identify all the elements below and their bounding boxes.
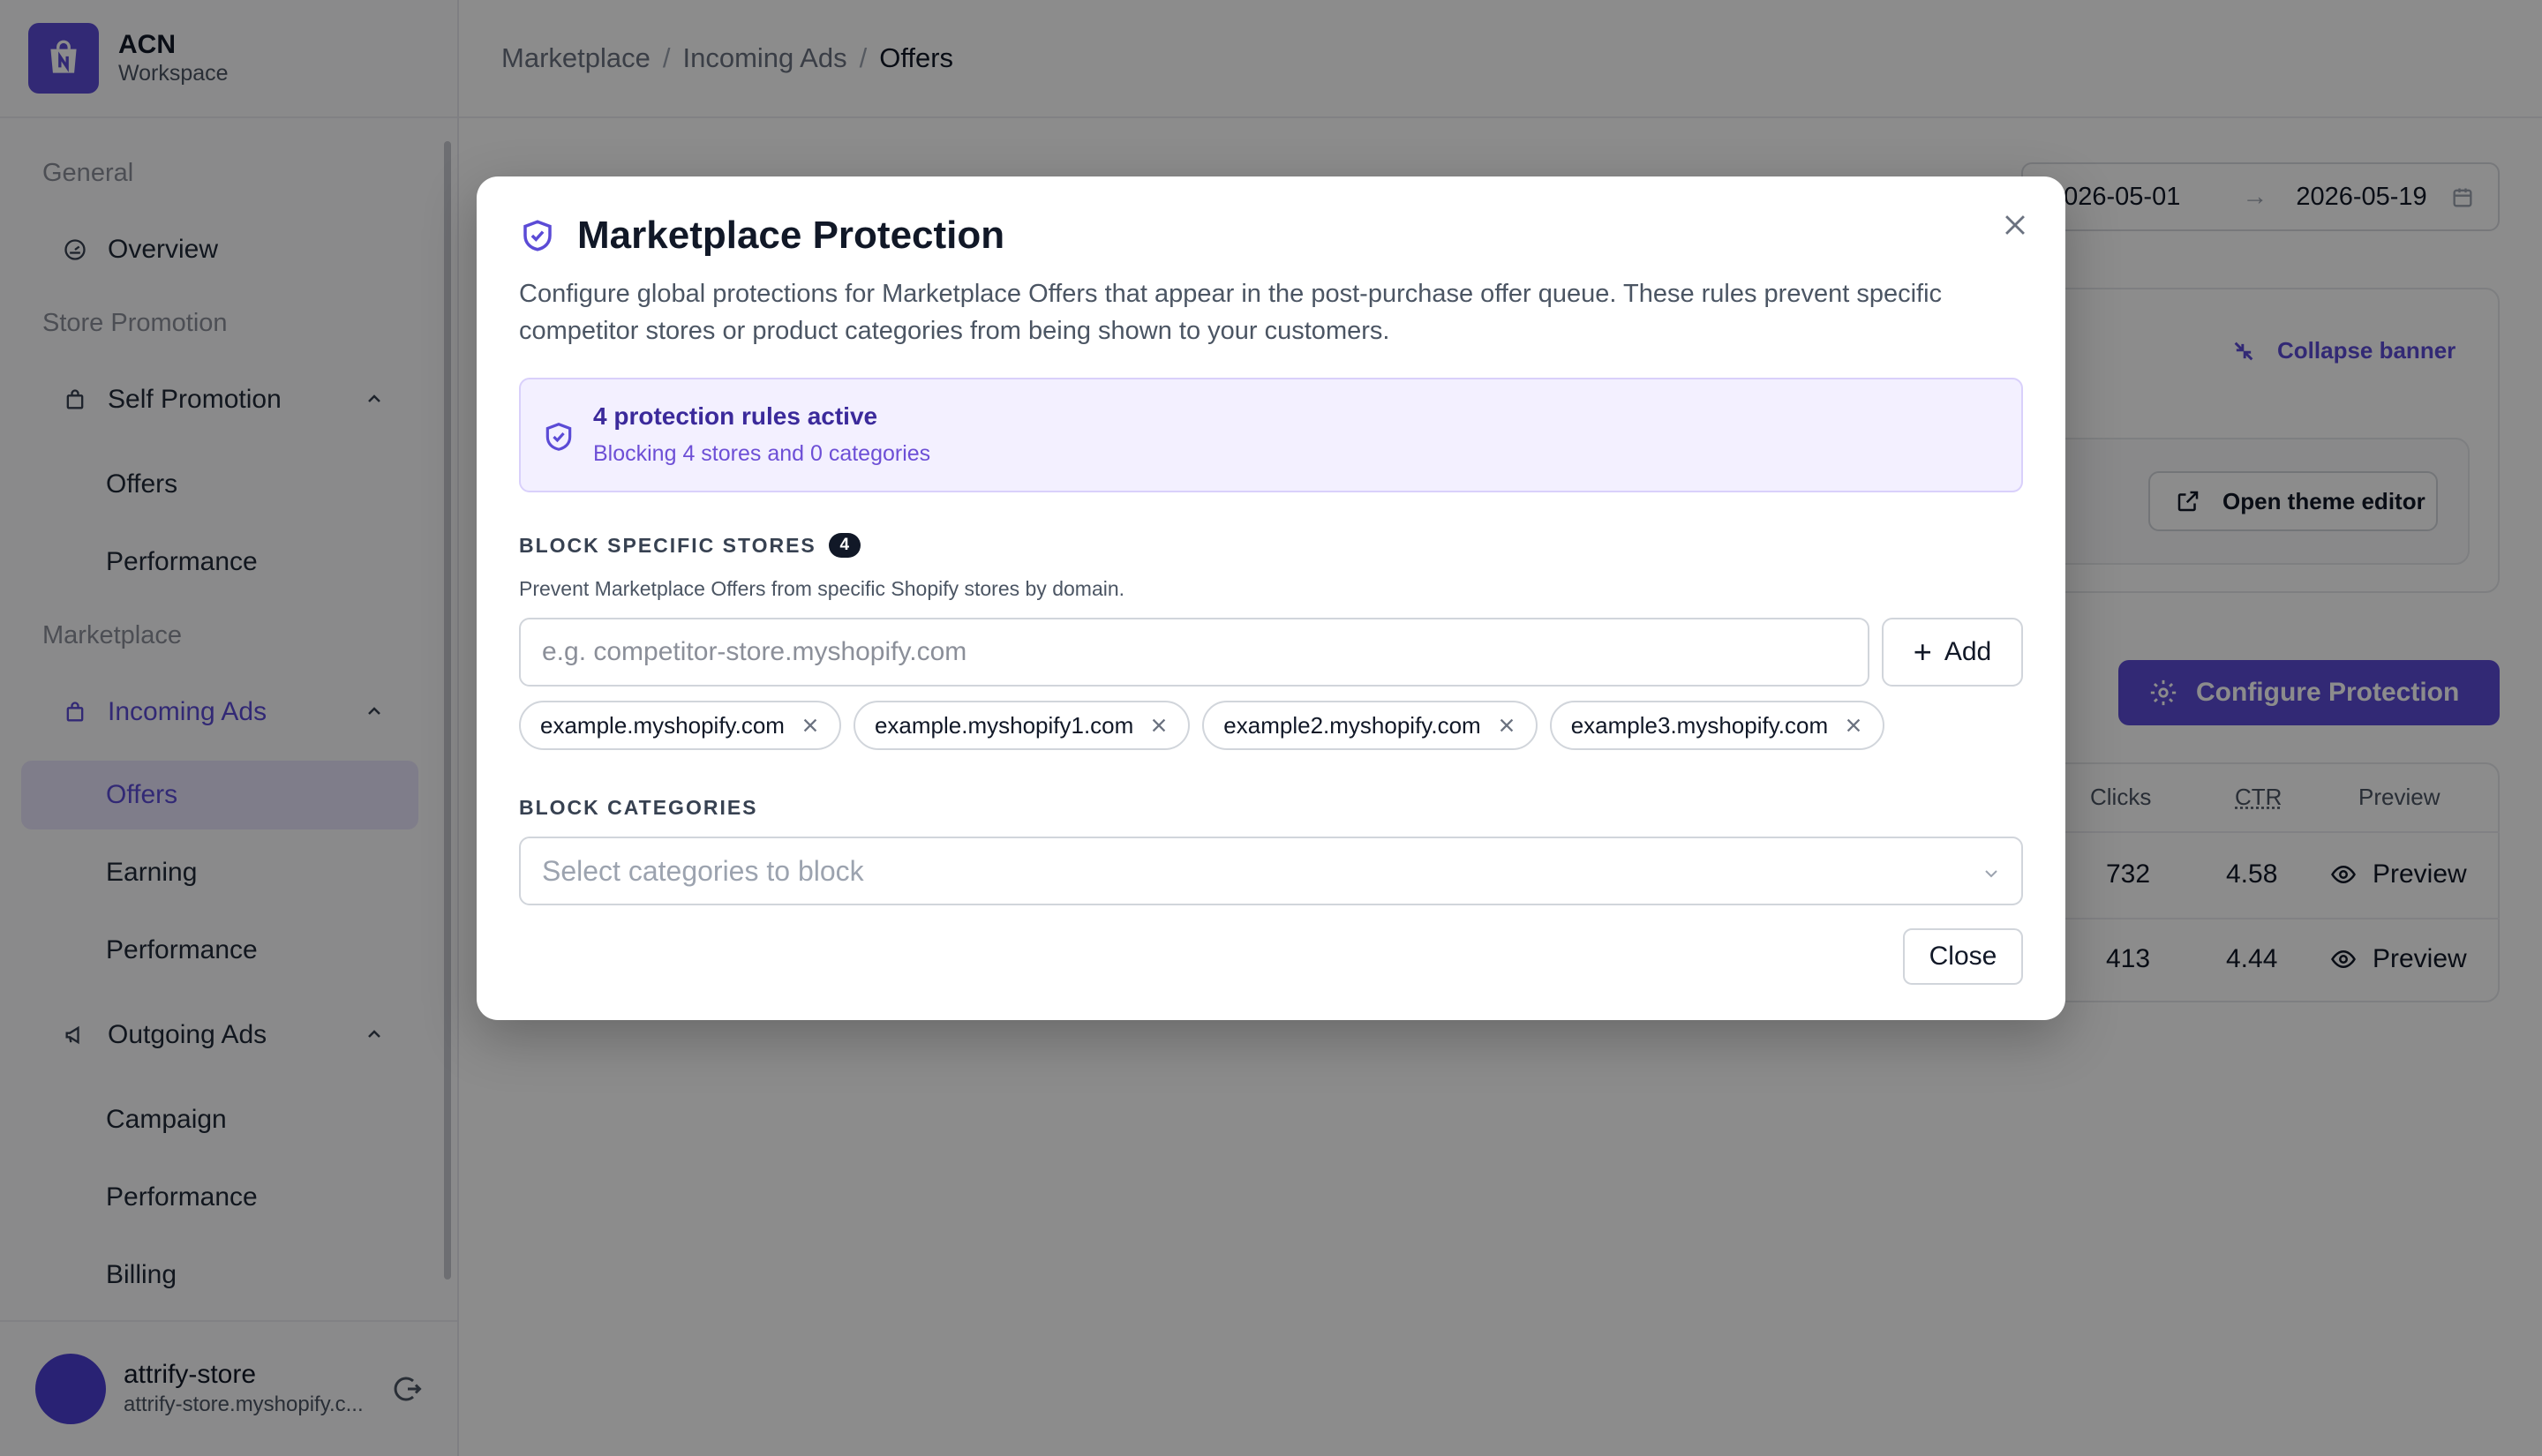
remove-icon[interactable] xyxy=(1844,716,1863,735)
category-select-placeholder: Select categories to block xyxy=(542,854,864,887)
block-stores-heading: BLOCK SPECIFIC STORES 4 xyxy=(519,533,861,558)
remove-icon[interactable] xyxy=(801,716,820,735)
chevron-down-icon xyxy=(1985,870,1997,878)
store-chip-label: example.myshopify1.com xyxy=(874,711,1134,739)
store-count-badge: 4 xyxy=(828,533,861,558)
add-store-button[interactable]: + Add xyxy=(1882,618,2023,687)
shield-check-icon xyxy=(523,220,552,251)
store-chip-label: example3.myshopify.com xyxy=(1570,711,1829,739)
store-domain-input[interactable] xyxy=(519,618,1869,687)
store-chip: example.myshopify1.com xyxy=(853,701,1191,750)
block-categories-label: BLOCK CATEGORIES xyxy=(519,796,758,819)
status-subtitle: Blocking 4 stores and 0 categories xyxy=(593,441,931,466)
dialog-description: Configure global protections for Marketp… xyxy=(519,280,1943,345)
remove-icon[interactable] xyxy=(1497,716,1516,735)
protection-status-banner: 4 protection rules active Blocking 4 sto… xyxy=(519,378,2023,492)
block-stores-label: BLOCK SPECIFIC STORES xyxy=(519,533,816,557)
store-chip: example3.myshopify.com xyxy=(1549,701,1885,750)
block-categories-heading: BLOCK CATEGORIES xyxy=(519,796,758,820)
close-icon[interactable] xyxy=(2000,210,2030,240)
store-chip: example2.myshopify.com xyxy=(1202,701,1538,750)
remove-icon[interactable] xyxy=(1149,716,1169,735)
dialog-title: Marketplace Protection xyxy=(577,214,1005,257)
plus-icon: + xyxy=(1913,634,1932,670)
close-button[interactable]: Close xyxy=(1903,928,2023,985)
store-chip-label: example.myshopify.com xyxy=(540,711,785,739)
blocked-stores-list: example.myshopify.com example.myshopify1… xyxy=(519,701,1885,750)
shield-check-icon xyxy=(545,423,572,451)
add-store-label: Add xyxy=(1944,637,1992,666)
category-select[interactable]: Select categories to block xyxy=(519,837,2023,905)
store-chip: example.myshopify.com xyxy=(519,701,841,750)
store-chip-label: example2.myshopify.com xyxy=(1223,711,1481,739)
marketplace-protection-dialog: Marketplace Protection Configure global … xyxy=(477,176,2065,1020)
status-title: 4 protection rules active xyxy=(593,402,878,430)
block-stores-help: Prevent Marketplace Offers from specific… xyxy=(519,577,1125,600)
